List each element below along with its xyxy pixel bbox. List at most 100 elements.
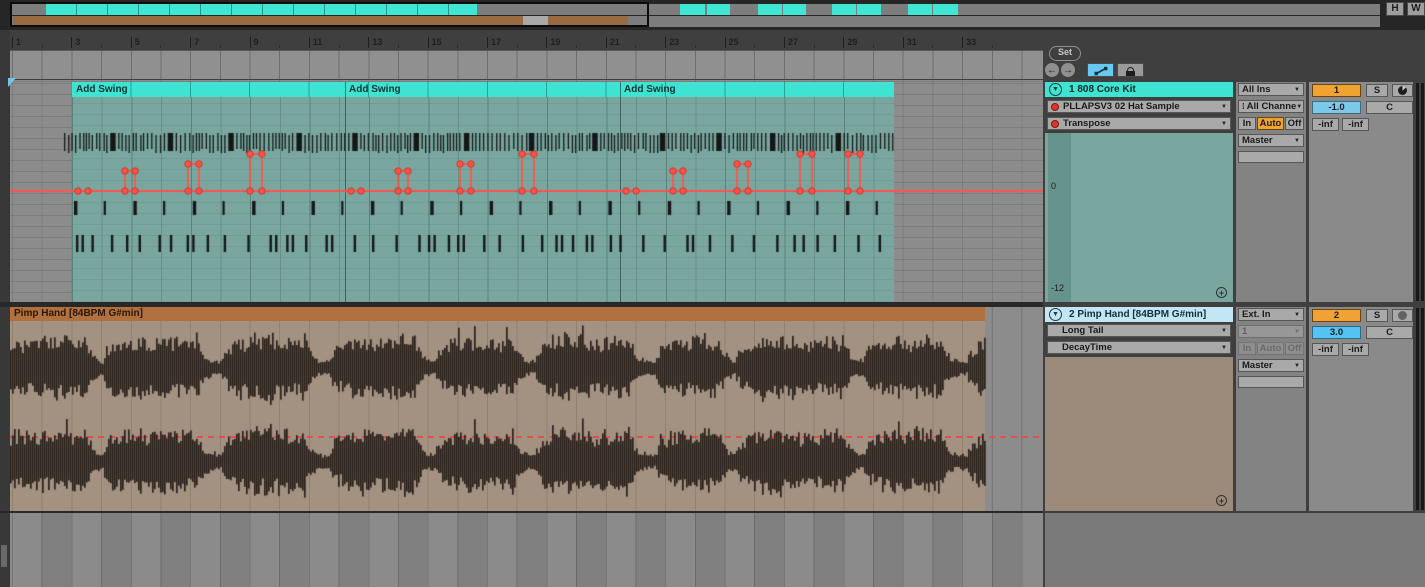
track1-output-channel-box[interactable]	[1238, 151, 1304, 163]
chevron-down-icon: ▼	[1294, 329, 1300, 335]
ruler-tick	[42, 45, 43, 48]
chevron-down-icon: ▼	[1296, 104, 1302, 110]
ruler-bar-number: 5	[131, 37, 140, 48]
track1-device-chooser[interactable]: PLLAPSV3 02 Hat Sample ▼	[1047, 100, 1231, 113]
track2-output-chooser[interactable]: Master▼	[1238, 359, 1304, 372]
track2-meter	[1416, 308, 1419, 510]
track1-panel-body[interactable]	[1045, 133, 1233, 302]
track1-input-type-chooser[interactable]: All Ins▼	[1238, 83, 1304, 96]
left-scrollbar-thumb[interactable]	[1, 545, 7, 567]
track2-output-channel-box[interactable]	[1238, 376, 1304, 388]
track1-clip-name: Add Swing	[624, 84, 676, 95]
track2-pan-field[interactable]: C	[1366, 326, 1413, 339]
track1-arm-button[interactable]	[1392, 84, 1413, 97]
ruler-tick	[932, 45, 933, 48]
draw-automation-icon	[1094, 66, 1108, 76]
previous-marker-button[interactable]: ←	[1045, 63, 1059, 77]
track2-arm-button[interactable]	[1392, 309, 1413, 322]
track1-clip-header[interactable]: Add SwingAdd SwingAdd Swing	[72, 82, 894, 97]
track2-solo-button[interactable]: S	[1366, 309, 1388, 322]
add-automation-lane-button[interactable]: +	[1216, 495, 1227, 506]
draw-automation-mode-button[interactable]	[1087, 63, 1114, 77]
track2-automation-chooser[interactable]: DecayTime ▼	[1047, 341, 1231, 354]
track1-solo-button[interactable]: S	[1366, 84, 1388, 97]
track2-input-channel-chooser[interactable]: 1▼	[1238, 325, 1304, 338]
track2-clip-name: Pimp Hand [84BPM G#min]	[14, 308, 143, 319]
insert-marker[interactable]	[8, 78, 16, 87]
track1-meter	[1421, 83, 1424, 301]
track2-automation-dashed-line[interactable]	[10, 436, 1043, 438]
overview-clip-segment	[832, 4, 856, 15]
scrub-area[interactable]	[10, 50, 1043, 79]
automation-scale-max: 0	[1051, 181, 1056, 191]
chevron-down-icon: ▼	[1294, 138, 1300, 144]
track1-output-chooser[interactable]: Master▼	[1238, 134, 1304, 147]
track1-io-section	[1236, 82, 1306, 302]
track2-clip-body[interactable]	[10, 321, 985, 511]
track1-header[interactable]: ▼ 1 808 Core Kit	[1045, 82, 1233, 97]
track1-fold-arrow-icon[interactable]: ▼	[1049, 83, 1062, 96]
track1-volume-field[interactable]: -1.0	[1312, 101, 1361, 114]
overview-clip-segment	[783, 4, 806, 15]
track1-monitor-in-button[interactable]: In	[1238, 117, 1256, 130]
track1-input-channel-chooser[interactable]: ⁞ All Channe▼	[1238, 100, 1304, 113]
device-on-led[interactable]	[1051, 103, 1059, 111]
chevron-down-icon: ▼	[1294, 312, 1300, 318]
track2-monitor-auto-button[interactable]: Auto	[1257, 342, 1284, 355]
track2-fold-arrow-icon[interactable]: ▼	[1049, 308, 1062, 321]
track2-monitor-in-button[interactable]: In	[1238, 342, 1256, 355]
empty-lane-area[interactable]	[10, 513, 1043, 587]
track1-activator-button[interactable]: 1	[1312, 84, 1361, 97]
ruler-bar-number: 3	[71, 37, 80, 48]
automation-led[interactable]	[1051, 120, 1059, 128]
track2-monitor-off-button[interactable]: Off	[1285, 342, 1304, 355]
track2-activator-button[interactable]: 2	[1312, 309, 1361, 322]
ruler-bar-number: 27	[784, 37, 798, 48]
back-to-arrangement-set-button[interactable]: Set	[1049, 46, 1081, 61]
chevron-down-icon: ▼	[1221, 121, 1227, 127]
next-marker-button[interactable]: →	[1061, 63, 1075, 77]
ruler-bar-number: 21	[606, 37, 620, 48]
track2-panel-body[interactable]	[1045, 357, 1233, 511]
chevron-down-icon: ▼	[1221, 345, 1227, 351]
track2-clip-header[interactable]: Pimp Hand [84BPM G#min]	[10, 307, 985, 321]
ruler-bar-number: 1	[12, 37, 21, 48]
track2-volume-field[interactable]: 3.0	[1312, 326, 1361, 339]
track2-header[interactable]: ▼ 2 Pimp Hand [84BPM G#min]	[1045, 307, 1233, 322]
audio-arm-icon	[1398, 311, 1407, 320]
lock-envelopes-button[interactable]	[1117, 63, 1144, 77]
arrangement-overview[interactable]: H W	[0, 0, 1425, 30]
track2-meter	[1421, 308, 1424, 510]
overview-viewport-box[interactable]	[10, 2, 649, 27]
track1-automation-chooser[interactable]: Transpose ▼	[1047, 117, 1231, 130]
track2-send-a-field[interactable]: -inf	[1312, 343, 1339, 356]
beat-time-ruler[interactable]: 13579111315171921232527293133	[0, 36, 1043, 50]
chevron-down-icon: ▼	[1294, 363, 1300, 369]
track1-send-b-field[interactable]: -inf	[1342, 118, 1369, 131]
track2-send-b-field[interactable]: -inf	[1342, 343, 1369, 356]
add-automation-lane-button[interactable]: +	[1216, 287, 1227, 298]
track2-device-name: Long Tail	[1062, 325, 1104, 336]
overview-clip-segment	[680, 4, 705, 15]
track1-pan-field[interactable]: C	[1366, 101, 1413, 114]
lock-icon	[1126, 67, 1135, 76]
ruler-bar-number: 33	[962, 37, 976, 48]
track1-send-a-field[interactable]: -inf	[1312, 118, 1339, 131]
track1-automation-scale	[1048, 133, 1071, 302]
ruler-bar-number: 17	[487, 37, 501, 48]
optimize-height-button[interactable]: H	[1386, 2, 1404, 16]
midi-arm-icon	[1398, 86, 1407, 95]
ruler-bar-number: 11	[309, 37, 323, 48]
track2-lane-background[interactable]	[985, 307, 1043, 511]
track1-monitor-auto-button[interactable]: Auto	[1257, 117, 1284, 130]
track1-monitor-off-button[interactable]: Off	[1285, 117, 1304, 130]
ableton-arrangement-view: H W 13579111315171921232527293133 Add Sw…	[0, 0, 1425, 587]
clip-boundary	[345, 82, 346, 302]
track2-input-type-chooser[interactable]: Ext. In▼	[1238, 308, 1304, 321]
midi-channel-icon: ⁞	[1242, 102, 1245, 111]
track1-clip-body[interactable]	[72, 97, 894, 302]
track1-name: 1 808 Core Kit	[1069, 84, 1136, 95]
optimize-width-button[interactable]: W	[1407, 2, 1425, 16]
track2-device-chooser[interactable]: Long Tail ▼	[1047, 324, 1231, 337]
ruler-tick	[873, 45, 874, 48]
